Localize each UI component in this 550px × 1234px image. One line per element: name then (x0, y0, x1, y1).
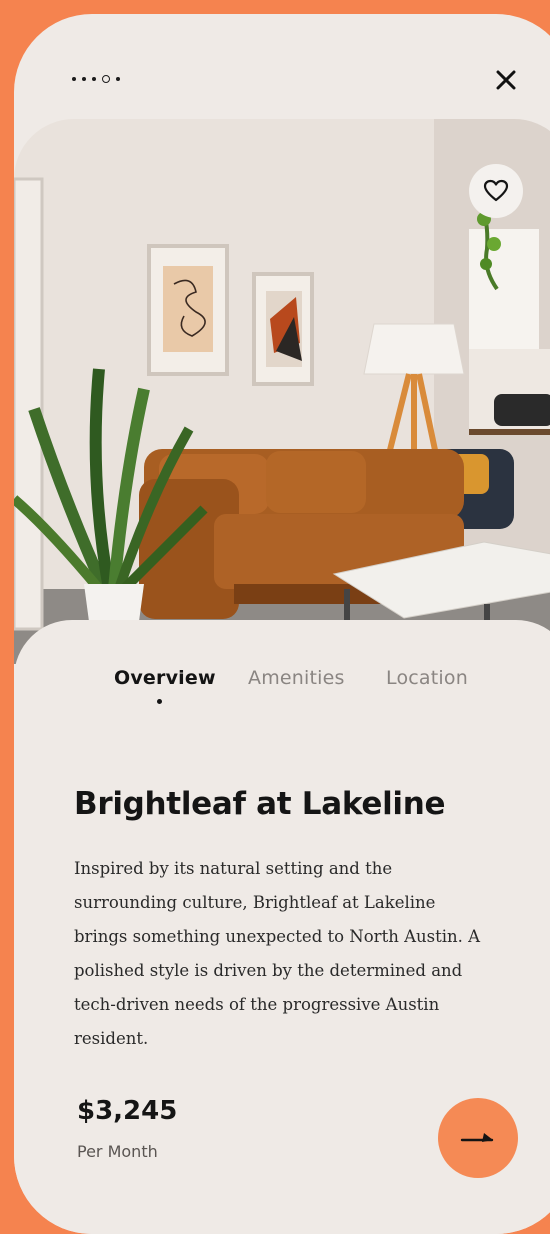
details-panel: Overview Amenities Location Brightleaf a… (14, 620, 550, 1234)
pagination-dot[interactable] (116, 77, 120, 81)
tab-overview[interactable]: Overview (114, 667, 216, 689)
listing-description: Inspired by its natural setting and the … (74, 859, 481, 1048)
listing-card: Overview Amenities Location Brightleaf a… (14, 14, 550, 1234)
heart-icon (483, 179, 509, 202)
close-icon[interactable] (492, 66, 520, 94)
pagination-dot[interactable] (92, 77, 96, 81)
price-period: Per Month (77, 1142, 158, 1161)
hero-image (14, 119, 550, 664)
pagination-dot-active[interactable] (102, 75, 110, 83)
next-button[interactable] (438, 1098, 518, 1178)
pagination-dot[interactable] (82, 77, 86, 81)
pagination-dot[interactable] (72, 77, 76, 81)
active-tab-indicator (157, 699, 162, 704)
tab-location[interactable]: Location (386, 667, 468, 689)
pagination-dots[interactable] (72, 72, 120, 86)
listing-title: Brightleaf at Lakeline (74, 786, 446, 822)
tab-amenities[interactable]: Amenities (248, 667, 345, 689)
arrow-right-icon (460, 1133, 494, 1142)
favorite-button[interactable] (469, 164, 523, 218)
price: $3,245 (77, 1096, 178, 1126)
